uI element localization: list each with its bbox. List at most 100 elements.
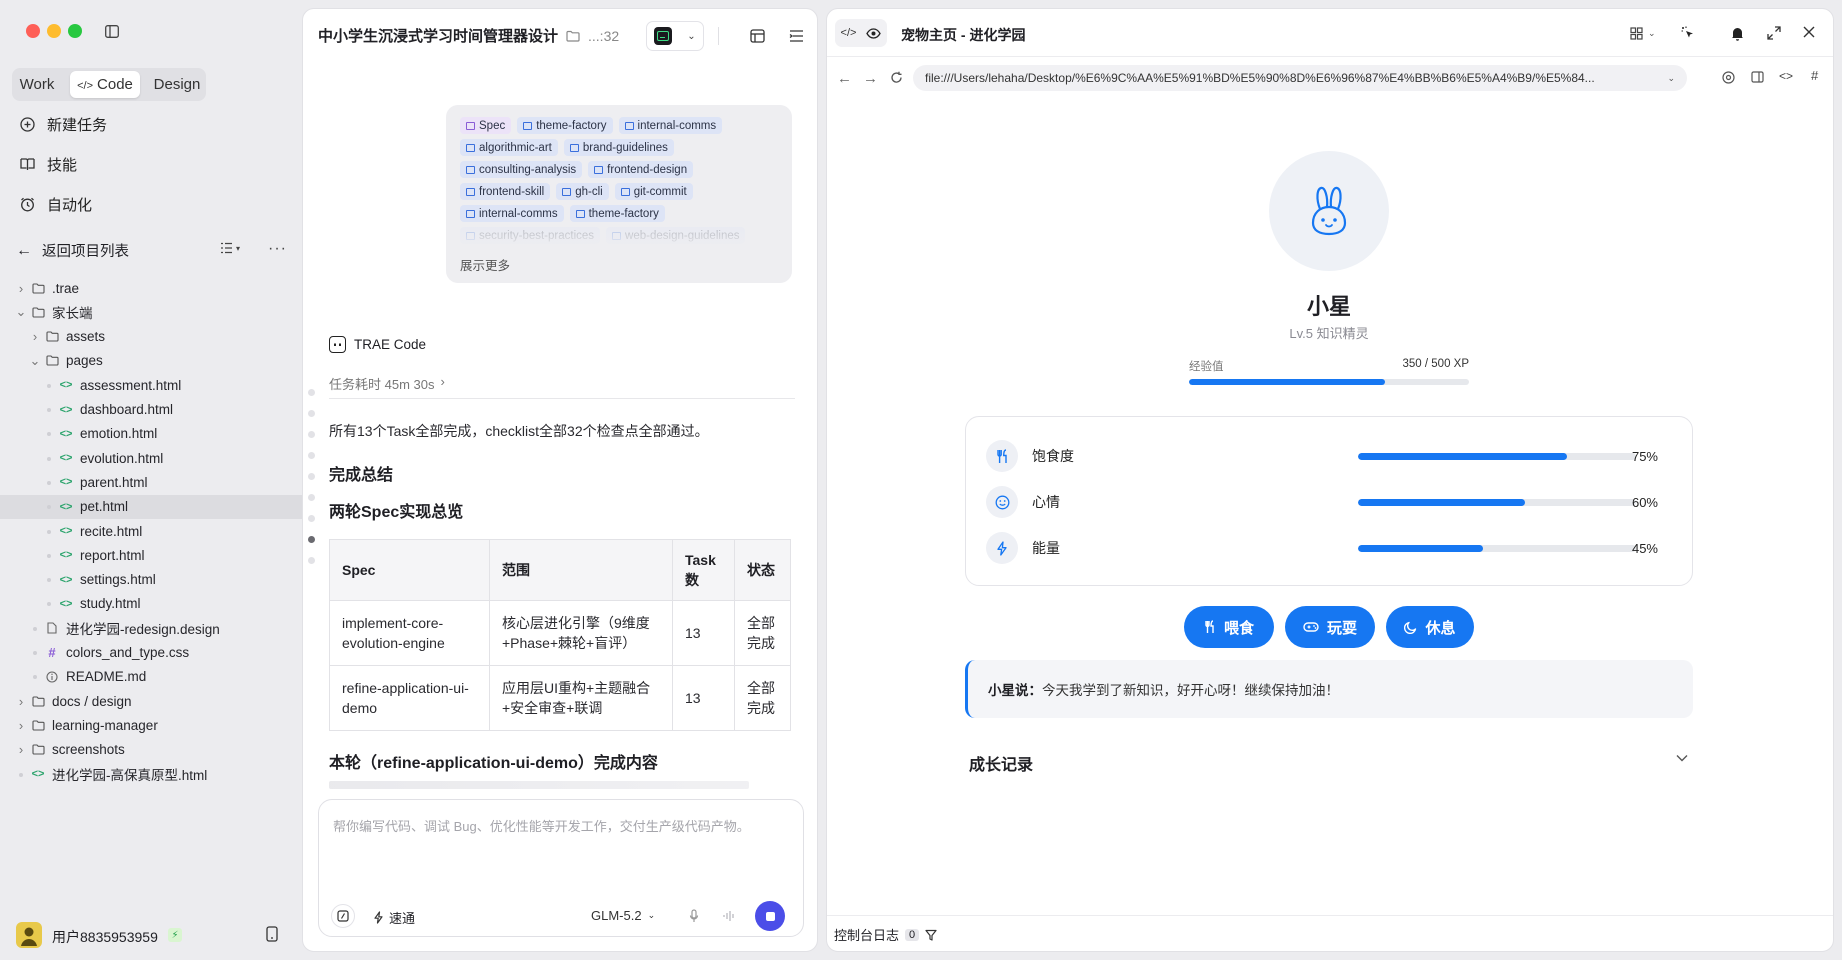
element-picker-icon[interactable] [1681,26,1695,40]
skill-tag[interactable]: frontend-skill [460,183,551,200]
nav-skills[interactable]: 技能 [20,152,77,176]
tree-item[interactable]: # colors_and_type.css [0,641,302,665]
skill-tag[interactable]: internal-comms [618,117,723,134]
skill-tag[interactable]: theme-factory [569,205,665,222]
timeline-dot[interactable] [308,431,315,438]
timeline-dot[interactable] [308,515,315,522]
tree-item[interactable]: <> 进化学园-高保真原型.html [0,762,302,786]
reload-icon[interactable] [890,71,903,84]
chat-input-placeholder[interactable]: 帮你编写代码、调试 Bug、优化性能等开发工作，交付生产级代码产物。 [333,816,750,835]
tree-item[interactable]: <> report.html [0,543,302,567]
tree-item[interactable]: ⌄ 家长端 [0,300,302,324]
pet-avatar[interactable] [1269,151,1389,271]
task-duration[interactable]: 任务耗时 45m 30s › [329,374,445,393]
skill-tag[interactable]: git-commit [614,183,693,200]
folder-icon[interactable] [566,30,580,42]
code-brackets-icon[interactable]: <> [1779,69,1793,83]
waveform-icon[interactable] [723,909,735,923]
tree-view-options-button[interactable]: ▾ [220,242,240,254]
outline-list-icon[interactable] [789,29,804,43]
tree-item[interactable]: <> parent.html [0,470,302,494]
tree-item[interactable]: 进化学园-redesign.design [0,616,302,640]
zoom-window-button[interactable] [68,24,82,38]
feed-button[interactable]: 喂食 [1184,606,1274,648]
avatar[interactable] [16,922,42,948]
mode-tab-design[interactable]: Design [150,71,204,98]
tree-item[interactable]: <> assessment.html [0,373,302,397]
url-text[interactable]: file:///Users/lehaha/Desktop/%E6%9C%AA%E… [925,71,1595,85]
slash-command-icon[interactable] [331,904,355,928]
tree-guide-dot [28,647,42,658]
model-select[interactable]: GLM-5.2 ⌄ [591,908,655,923]
show-more-link[interactable]: 展示更多 [460,255,510,274]
play-button[interactable]: 玩耍 [1285,606,1375,648]
skill-tag[interactable]: gh-cli [556,183,609,200]
eye-icon[interactable] [866,27,882,39]
skill-tag[interactable]: frontend-design [588,161,694,178]
nav-automation[interactable]: 自动化 [20,192,92,216]
chat-input-box[interactable]: 帮你编写代码、调试 Bug、优化性能等开发工作，交付生产级代码产物。 速通 GL… [318,799,804,937]
console-log-toggle[interactable]: 控制台日志 0 [834,925,937,944]
sidebar-toggle-icon[interactable] [104,23,120,39]
timeline-dot[interactable] [308,389,315,396]
tree-item[interactable]: › .trae [0,276,302,300]
more-options-icon[interactable]: ··· [268,240,287,258]
timeline-dot[interactable] [308,410,315,417]
tree-item[interactable]: <> evolution.html [0,446,302,470]
code-view-icon[interactable]: </> [841,27,857,39]
close-window-button[interactable] [26,24,40,38]
back-arrow-icon[interactable]: ← [837,70,852,87]
tree-item[interactable]: <> settings.html [0,568,302,592]
bell-icon[interactable] [1731,26,1744,41]
timeline-dot[interactable] [308,494,315,501]
minimize-window-button[interactable] [47,24,61,38]
tree-item[interactable]: › learning-manager [0,713,302,737]
skill-tag[interactable]: theme-factory [517,117,613,134]
tree-item[interactable]: <> recite.html [0,519,302,543]
scroll-timeline[interactable] [308,389,316,589]
hash-icon[interactable]: # [1811,68,1818,83]
user-name[interactable]: 用户8835953959 [52,927,158,947]
tree-item[interactable]: › screenshots [0,738,302,762]
layout-panel-icon[interactable] [750,29,765,43]
tree-item[interactable]: › docs / design [0,689,302,713]
terminal-select[interactable]: ⌄ [646,21,704,51]
tree-item[interactable]: <> study.html [0,592,302,616]
skill-tag[interactable]: internal-comms [460,205,564,222]
skill-tag[interactable]: algorithmic-art [460,139,558,156]
tree-item[interactable]: ⌄ pages [0,349,302,373]
tree-item[interactable]: README.md [0,665,302,689]
phone-icon[interactable] [266,926,278,942]
speed-mode-button[interactable]: 速通 [373,908,415,927]
device-frame-icon[interactable] [1751,71,1764,83]
skill-tag[interactable]: Spec [460,117,512,134]
filter-icon[interactable] [925,929,937,941]
mode-tab-code[interactable]: </> Code [70,71,140,98]
tree-item[interactable]: <> pet.html [0,494,302,519]
grid-menu-button[interactable]: ⌄ [1630,27,1656,40]
chevron-down-icon[interactable] [1676,754,1688,762]
microphone-icon[interactable] [689,909,699,923]
stop-generation-button[interactable] [755,901,785,931]
tree-item[interactable]: <> emotion.html [0,422,302,446]
skill-tag[interactable]: consulting-analysis [460,161,583,178]
growth-records-title[interactable]: 成长记录 [969,751,1033,775]
forward-arrow-icon[interactable]: → [863,70,878,87]
skill-tag[interactable]: brand-guidelines [563,139,674,156]
nav-new-task[interactable]: 新建任务 [20,112,107,136]
close-icon[interactable] [1803,26,1815,38]
timeline-dot[interactable] [308,473,315,480]
tree-item[interactable]: <> dashboard.html [0,398,302,422]
timeline-dot[interactable] [308,557,315,564]
user-message-bubble: Spec theme-factory internal-comms algorithm… [446,105,792,283]
heading-round-content: 本轮（refine-application-ui-demo）完成内容 [329,755,658,772]
at-sign-icon[interactable] [1722,71,1735,84]
tree-item[interactable]: › assets [0,325,302,349]
timeline-dot[interactable] [308,452,315,459]
mode-tab-work[interactable]: Work [15,71,59,98]
expand-icon[interactable] [1767,26,1781,40]
timeline-dot[interactable] [308,536,315,543]
rest-button[interactable]: 休息 [1386,606,1474,648]
back-to-projects[interactable]: ← 返回项目列表 [16,240,129,261]
url-bar[interactable]: file:///Users/lehaha/Desktop/%E6%9C%AA%E… [913,65,1687,91]
